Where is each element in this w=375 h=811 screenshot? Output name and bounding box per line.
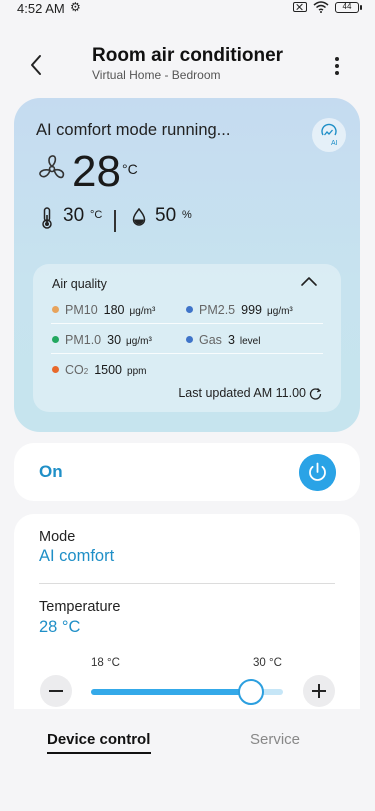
aq-item-unit: ppm [127,366,147,377]
aq-item-label: CO [65,363,84,377]
last-updated: Last updated AM 11.00 [178,386,322,400]
set-temperature: 28 [72,147,121,196]
minus-icon [49,690,63,692]
temperature-label: Temperature [39,599,121,615]
fan-icon [39,155,65,179]
power-status-label: On [39,462,63,481]
status-icons: 44 [293,1,362,13]
pm10-status-dot [52,306,59,313]
aq-item-unit: μg/m³ [129,306,156,317]
more-options-icon[interactable] [327,54,347,78]
aq-item-unit: level [239,336,261,347]
refresh-icon[interactable] [309,387,322,400]
svg-text:AI: AI [331,140,338,147]
wifi-icon [313,1,329,13]
ai-comfort-card: AI comfort mode running... AI 28 °C 30 °… [14,98,360,432]
aq-item-pm1: PM1.0 30 μg/m³ [52,333,152,347]
app-header: Room air conditioner Virtual Home - Bedr… [0,40,375,90]
no-sim-icon [293,2,307,12]
indoor-temperature-unit: °C [90,209,103,221]
page-subtitle: Virtual Home - Bedroom [92,68,221,82]
temperature-slider-thumb[interactable] [238,679,264,705]
ai-mode-icon[interactable]: AI [312,118,346,152]
mode-label[interactable]: Mode [39,529,75,545]
plus-icon-vertical [318,684,320,698]
status-bar: 4:52 AM ⚙ 44 [0,0,375,18]
aq-item-label: Gas [199,333,222,347]
page-title: Room air conditioner [92,45,284,66]
aq-item-gas: Gas 3 level [186,333,260,347]
humidity-unit: % [182,209,192,221]
aq-item-unit: μg/m³ [267,306,293,317]
gas-status-dot [186,336,193,343]
aq-item-label-subscript: 2 [83,367,89,376]
aq-item-pm25: PM2.5 999 μg/m³ [186,303,293,317]
tab-service[interactable]: Service [250,731,300,748]
power-card: On [14,443,360,501]
ai-status-text: AI comfort mode running... [36,121,231,139]
aq-item-co2: CO 2 1500 ppm [52,363,146,377]
decrease-temperature-button[interactable] [40,675,72,707]
humidity-drop-icon [132,208,146,226]
temperature-value: 28 °C [39,618,81,636]
temperature-slider[interactable] [91,679,283,705]
aq-item-value: 999 [241,303,262,317]
pm1-status-dot [52,336,59,343]
pm25-status-dot [186,306,193,313]
last-updated-text: Last updated AM 11.00 [178,386,306,400]
aq-item-value: 3 [227,333,235,347]
temperature-slider-fill [91,689,251,695]
aq-item-unit: μg/m³ [126,336,152,347]
power-toggle-button[interactable] [299,454,336,491]
aq-item-label: PM1.0 [65,333,102,347]
mode-value[interactable]: AI comfort [39,547,114,566]
aq-item-value: 30 [107,333,122,347]
humidity-value: 50 [155,205,177,226]
battery-icon: 44 [335,1,362,13]
control-card: Mode AI comfort Temperature 28 °C 18 °C … [14,514,360,709]
aq-divider [51,353,323,354]
status-time: 4:52 AM [17,1,65,16]
aq-item-label: PM10 [65,303,98,317]
thermometer-icon [42,207,52,229]
indoor-temperature: 30 [63,205,85,226]
aq-divider [51,323,323,324]
aq-item-value: 1500 [94,363,123,377]
increase-temperature-button[interactable] [303,675,335,707]
back-arrow-icon[interactable] [24,50,50,80]
bottom-tab-bar: Device control Service [0,712,375,811]
active-tab-indicator [47,752,151,754]
temperature-range-min: 18 °C [91,657,120,669]
control-divider [39,583,335,584]
metric-divider [114,210,116,232]
tab-device-control[interactable]: Device control [47,731,150,748]
settings-gear-icon: ⚙ [70,0,81,14]
set-temperature-unit: °C [122,161,138,177]
aq-item-label: PM2.5 [199,303,236,317]
chevron-up-icon[interactable] [299,274,319,290]
air-quality-title: Air quality [52,277,107,291]
aq-item-value: 180 [103,303,125,317]
co2-status-dot [52,366,59,373]
air-quality-panel: Air quality PM10 180 μg/m³ PM2.5 999 μg/… [33,264,341,412]
aq-item-pm10: PM10 180 μg/m³ [52,303,155,317]
temperature-range-max: 30 °C [253,657,282,669]
